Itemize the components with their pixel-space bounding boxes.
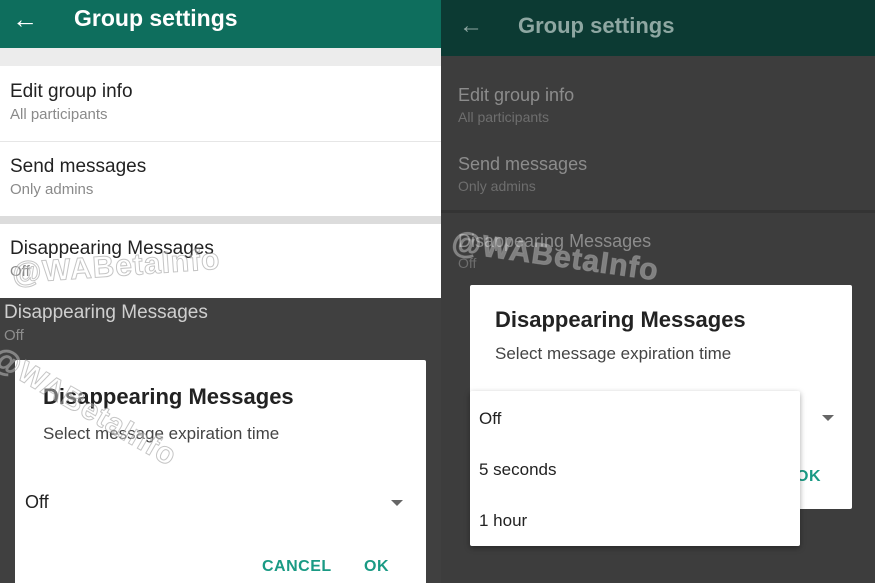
setting-title: Disappearing Messages [458,231,652,251]
dropdown-arrow-icon [822,415,834,421]
dialog-title: Disappearing Messages [495,307,746,332]
setting-title: Send messages [10,156,147,177]
setting-disappearing-messages: Disappearing Messages Off [458,231,651,271]
page-title: Group settings [74,5,238,31]
setting-disappearing-messages-dimmed: Disappearing Messages Off [4,302,208,344]
setting-edit-group-info: Edit group info All participants [458,85,574,125]
expiration-select[interactable]: Off [25,488,410,518]
selected-value: Off [25,492,49,512]
setting-subtitle: Only admins [458,178,536,194]
option-off[interactable]: Off [479,409,501,429]
setting-edit-group-info[interactable]: Edit group info All participants [10,81,133,123]
app-bar: ← Group settings [0,0,441,48]
arrow-back-icon[interactable]: ← [459,11,483,41]
setting-title: Send messages [458,154,588,174]
setting-title: Edit group info [10,81,133,102]
left-screenshot: ← Group settings Edit group info All par… [0,0,441,583]
setting-subtitle: Off [10,263,30,280]
setting-send-messages: Send messages Only admins [458,154,587,194]
app-bar: ← Group settings [441,0,875,56]
setting-send-messages[interactable]: Send messages Only admins [10,156,146,198]
setting-disappearing-messages[interactable]: Disappearing Messages Off [10,238,214,280]
spacer [0,48,441,66]
right-screenshot: ← Group settings Edit group info All par… [441,0,875,583]
disappearing-messages-dialog: Disappearing Messages Select message exp… [15,360,426,583]
setting-subtitle: All participants [458,109,550,125]
arrow-back-icon[interactable]: ← [12,4,38,34]
divider [0,141,441,142]
dialog-subtitle: Select message expiration time [495,344,732,363]
dropdown-arrow-icon [391,500,403,506]
page-title: Group settings [518,13,675,38]
setting-subtitle: All participants [10,106,108,123]
setting-subtitle: Off [458,255,477,271]
option-5-seconds[interactable]: 5 seconds [479,460,557,480]
expiration-dropdown-menu: Off 5 seconds 1 hour [470,391,800,546]
option-1-hour[interactable]: 1 hour [479,511,527,531]
setting-title: Edit group info [458,85,575,105]
dialog-subtitle: Select message expiration time [43,424,280,443]
cancel-button[interactable]: CANCEL [262,558,332,576]
section-gap [0,216,441,224]
setting-subtitle: Off [4,327,24,344]
ok-button[interactable]: OK [364,558,389,576]
setting-subtitle: Only admins [10,181,94,198]
dialog-title: Disappearing Messages [43,384,294,409]
setting-title: Disappearing Messages [10,238,214,259]
setting-title: Disappearing Messages [4,302,208,323]
divider [441,210,875,213]
